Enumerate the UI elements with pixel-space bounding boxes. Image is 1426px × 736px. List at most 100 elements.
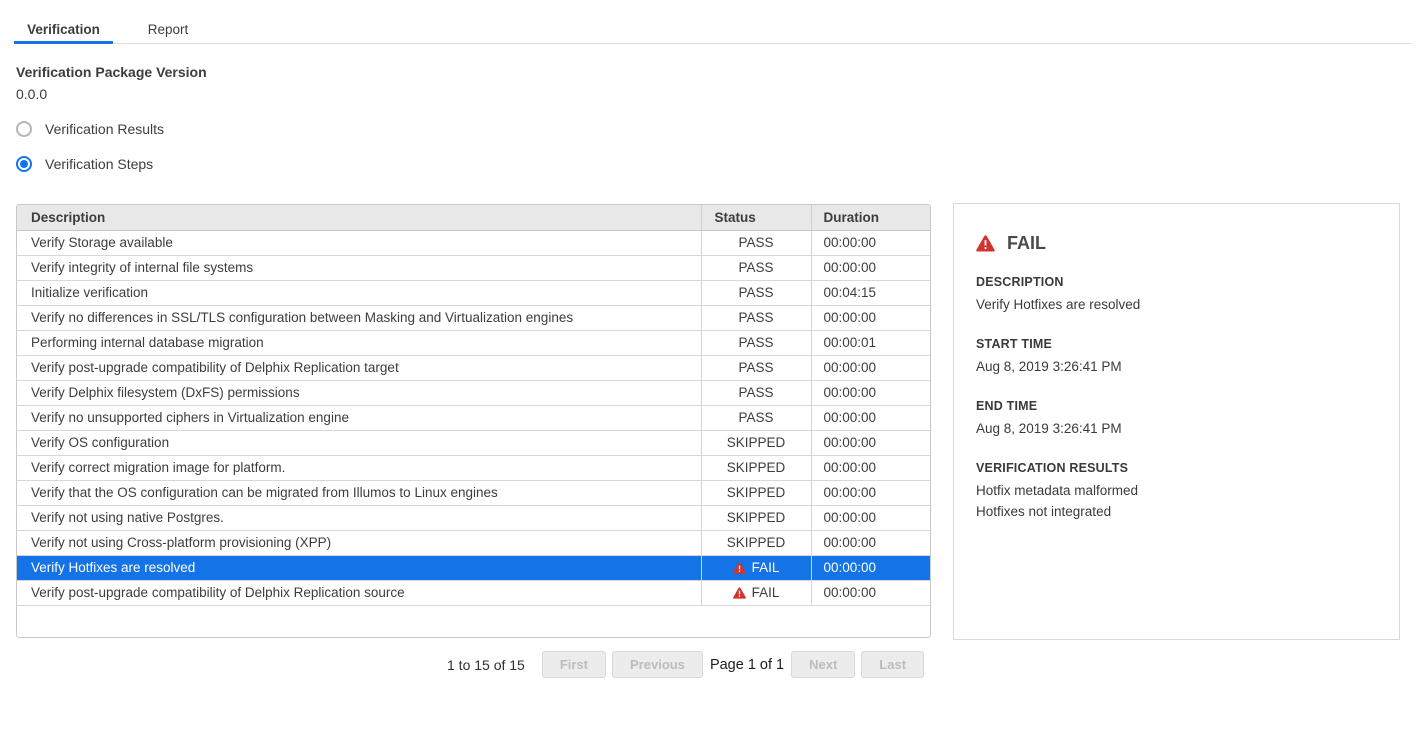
step-description-cell: Verify Delphix filesystem (DxFS) permiss… [17, 380, 701, 405]
table-row[interactable]: Verify Hotfixes are resolved FAIL 00:00:… [17, 555, 930, 580]
step-description-cell: Verify no differences in SSL/TLS configu… [17, 305, 701, 330]
package-version-label: Verification Package Version [16, 64, 207, 80]
table-row[interactable]: Initialize verification PASS 00:04:15 [17, 280, 930, 305]
step-description-cell: Verify no unsupported ciphers in Virtual… [17, 405, 701, 430]
table-row[interactable]: Verify post-upgrade compatibility of Del… [17, 355, 930, 380]
radio-verification-steps[interactable]: Verification Steps [16, 156, 153, 172]
fail-warning-icon [733, 587, 746, 599]
step-description-cell: Initialize verification [17, 280, 701, 305]
radio-selected-icon[interactable] [16, 156, 32, 172]
step-status-cell: PASS [701, 380, 811, 405]
table-row[interactable]: Verify Storage available PASS 00:00:00 [17, 230, 930, 255]
step-status-text: PASS [738, 235, 773, 250]
verification-steps-table: Description Status Duration Verify Stora… [16, 204, 931, 638]
first-page-button[interactable]: First [542, 651, 606, 678]
detail-section-end-time: END TIME Aug 8, 2019 3:26:41 PM [976, 399, 1377, 439]
step-status-text: PASS [738, 260, 773, 275]
step-status-cell: PASS [701, 305, 811, 330]
detail-description-label: DESCRIPTION [976, 275, 1377, 289]
step-duration-cell: 00:00:00 [811, 430, 930, 455]
pagination-page-text: Page 1 of 1 [710, 657, 784, 673]
step-description-cell: Performing internal database migration [17, 330, 701, 355]
step-duration-cell: 00:00:00 [811, 455, 930, 480]
tabbar-divider [14, 43, 1411, 44]
step-duration-cell: 00:00:00 [811, 355, 930, 380]
detail-start-time-value: Aug 8, 2019 3:26:41 PM [976, 356, 1377, 377]
step-duration-cell: 00:00:00 [811, 305, 930, 330]
step-status-cell: PASS [701, 280, 811, 305]
step-duration-cell: 00:00:00 [811, 530, 930, 555]
step-status-text: PASS [738, 410, 773, 425]
table-row[interactable]: Verify that the OS configuration can be … [17, 480, 930, 505]
tab-report[interactable]: Report [113, 21, 223, 43]
table-header-row: Description Status Duration [17, 205, 930, 230]
step-status-text: SKIPPED [727, 510, 786, 525]
table-row[interactable]: Verify integrity of internal file system… [17, 255, 930, 280]
table-row[interactable]: Performing internal database migration P… [17, 330, 930, 355]
detail-section-description: DESCRIPTION Verify Hotfixes are resolved [976, 275, 1377, 315]
table-row[interactable]: Verify Delphix filesystem (DxFS) permiss… [17, 380, 930, 405]
step-status-cell: SKIPPED [701, 530, 811, 555]
step-status-cell: PASS [701, 255, 811, 280]
step-description-cell: Verify OS configuration [17, 430, 701, 455]
detail-verification-results-label: VERIFICATION RESULTS [976, 461, 1377, 475]
step-duration-cell: 00:04:15 [811, 280, 930, 305]
step-status-text: PASS [738, 285, 773, 300]
detail-start-time-label: START TIME [976, 337, 1377, 351]
step-status-text: PASS [738, 360, 773, 375]
table-row[interactable]: Verify correct migration image for platf… [17, 455, 930, 480]
detail-status-heading: FAIL [976, 233, 1377, 254]
column-header-description: Description [17, 205, 701, 230]
table-row[interactable]: Verify not using native Postgres. SKIPPE… [17, 505, 930, 530]
step-status-cell: PASS [701, 330, 811, 355]
tab-verification-label: Verification [27, 22, 100, 37]
step-duration-cell: 00:00:00 [811, 580, 930, 605]
radio-verification-results[interactable]: Verification Results [16, 121, 164, 137]
detail-end-time-value: Aug 8, 2019 3:26:41 PM [976, 418, 1377, 439]
fail-warning-icon [976, 235, 995, 252]
detail-section-start-time: START TIME Aug 8, 2019 3:26:41 PM [976, 337, 1377, 377]
step-duration-cell: 00:00:01 [811, 330, 930, 355]
step-status-text: FAIL [752, 585, 780, 600]
step-status-text: PASS [738, 385, 773, 400]
tab-verification[interactable]: Verification [14, 21, 113, 43]
verification-page: Verification Report Verification Package… [0, 0, 1426, 736]
step-description-cell: Verify post-upgrade compatibility of Del… [17, 355, 701, 380]
detail-verification-result-item: Hotfix metadata malformed [976, 480, 1377, 501]
column-header-status: Status [701, 205, 811, 230]
step-description-cell: Verify Storage available [17, 230, 701, 255]
step-status-text: SKIPPED [727, 460, 786, 475]
radio-verification-steps-label[interactable]: Verification Steps [45, 156, 153, 172]
pagination: 1 to 15 of 15 First Previous Page 1 of 1… [447, 650, 930, 679]
step-duration-cell: 00:00:00 [811, 505, 930, 530]
fail-warning-icon [733, 562, 746, 574]
detail-verification-result-item: Hotfixes not integrated [976, 501, 1377, 522]
step-duration-cell: 00:00:00 [811, 555, 930, 580]
last-page-button[interactable]: Last [861, 651, 924, 678]
detail-status-label: FAIL [1007, 233, 1046, 254]
radio-verification-results-label[interactable]: Verification Results [45, 121, 164, 137]
step-status-text: SKIPPED [727, 485, 786, 500]
detail-description-value: Verify Hotfixes are resolved [976, 294, 1377, 315]
package-version-value: 0.0.0 [16, 86, 47, 102]
next-page-button[interactable]: Next [791, 651, 855, 678]
step-description-cell: Verify integrity of internal file system… [17, 255, 701, 280]
table-row[interactable]: Verify no unsupported ciphers in Virtual… [17, 405, 930, 430]
step-duration-cell: 00:00:00 [811, 255, 930, 280]
step-status-cell: PASS [701, 230, 811, 255]
detail-section-verification-results: VERIFICATION RESULTS Hotfix metadata mal… [976, 461, 1377, 522]
step-status-cell: PASS [701, 355, 811, 380]
table-row[interactable]: Verify OS configuration SKIPPED 00:00:00 [17, 430, 930, 455]
step-status-text: FAIL [752, 560, 780, 575]
table-row[interactable]: Verify no differences in SSL/TLS configu… [17, 305, 930, 330]
radio-unselected-icon[interactable] [16, 121, 32, 137]
step-status-cell: FAIL [701, 555, 811, 580]
step-duration-cell: 00:00:00 [811, 480, 930, 505]
pagination-range-text: 1 to 15 of 15 [447, 657, 525, 673]
step-duration-cell: 00:00:00 [811, 405, 930, 430]
table-row[interactable]: Verify post-upgrade compatibility of Del… [17, 580, 930, 605]
step-status-cell: SKIPPED [701, 430, 811, 455]
column-header-duration: Duration [811, 205, 930, 230]
previous-page-button[interactable]: Previous [612, 651, 703, 678]
table-row[interactable]: Verify not using Cross-platform provisio… [17, 530, 930, 555]
